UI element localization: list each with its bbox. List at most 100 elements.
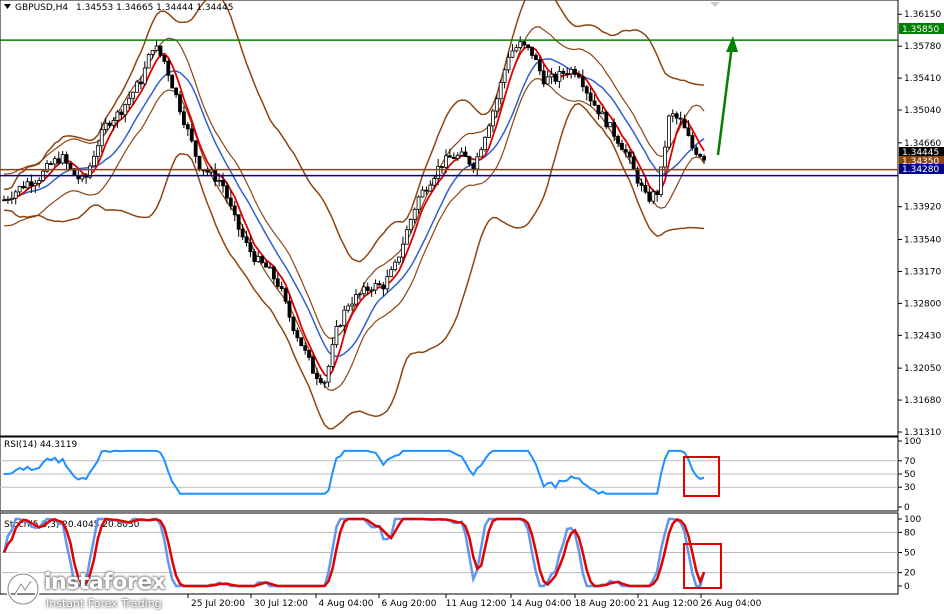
candle-body <box>217 179 222 182</box>
candle-body <box>424 189 429 192</box>
price-tick-label: 1.36150 <box>904 10 941 20</box>
candle-body <box>193 140 198 157</box>
price-tag-blue-text: 1.34280 <box>902 165 939 175</box>
candle-body <box>620 142 624 150</box>
candle-body <box>103 122 108 131</box>
candle-body <box>33 182 38 186</box>
price-tick-label: 1.35780 <box>904 42 941 52</box>
logo-tagline: Instant Forex Trading <box>46 597 162 610</box>
stoch-tick-label: 0 <box>904 582 910 592</box>
candle-body <box>580 76 585 88</box>
candle-body <box>80 175 85 180</box>
candle-body <box>385 276 390 290</box>
candle-body <box>346 305 351 311</box>
candle-body <box>389 269 394 278</box>
candle-body <box>170 74 175 89</box>
candle-body <box>655 191 660 195</box>
candle-body <box>631 156 636 170</box>
time-tick-label: 14 Aug 04:00 <box>511 599 572 609</box>
price-tick-label: 1.31680 <box>904 396 941 406</box>
price-tick-label: 1.33920 <box>904 203 941 213</box>
stoch-tick-label: 50 <box>904 549 916 559</box>
candle-body <box>428 184 433 192</box>
candle-body <box>275 278 280 287</box>
ohlc-label: 1.34553 1.34665 1.34444 1.34445 <box>76 3 233 13</box>
candle-body <box>131 91 135 99</box>
candle-body <box>92 155 96 167</box>
candle-body <box>604 111 609 128</box>
candle-body <box>307 349 311 358</box>
candle-body <box>467 156 472 165</box>
candle-body <box>330 344 335 367</box>
candle-body <box>475 156 480 170</box>
candle-body <box>588 92 593 102</box>
candle-body <box>678 117 683 120</box>
candle-body <box>291 316 296 331</box>
candle-body <box>682 118 687 129</box>
candle-body <box>13 191 18 199</box>
instaforex-logo: instaforex Instant Forex Trading <box>4 568 180 612</box>
candle-body <box>9 197 14 200</box>
rsi-tick-label: 0 <box>904 503 910 513</box>
candle-body <box>322 381 327 384</box>
candle-body <box>577 74 581 78</box>
rsi-tick-label: 100 <box>904 437 921 447</box>
candle-body <box>279 285 284 290</box>
candle-body <box>29 181 34 186</box>
price-tick-label: 1.32430 <box>904 331 941 341</box>
candle-body <box>60 154 65 164</box>
candle-body <box>232 205 237 216</box>
candle-body <box>158 45 163 56</box>
candle-body <box>178 94 182 113</box>
candle-body <box>68 162 73 170</box>
rsi-label: RSI(14) 44.3119 <box>4 440 77 450</box>
candle-body <box>702 155 706 161</box>
candle-body <box>334 325 339 346</box>
candle-body <box>283 288 288 302</box>
candle-body <box>494 98 499 112</box>
candle-body <box>264 262 268 268</box>
candle-body <box>534 55 538 61</box>
price-tag-blue: 1.34280 <box>899 164 944 175</box>
candle-body <box>639 182 644 186</box>
candle-body <box>487 125 491 138</box>
candle-body <box>135 81 139 93</box>
candle-body <box>377 283 382 286</box>
candle-body <box>373 283 378 291</box>
candle-body <box>440 166 444 168</box>
candle-body <box>138 81 143 85</box>
candle-body <box>565 73 570 75</box>
candle-body <box>354 294 358 305</box>
candle-body <box>174 87 178 96</box>
time-tick-label: 6 Aug 20:00 <box>382 599 437 609</box>
candle-body <box>295 330 300 339</box>
time-tick-label: 26 Aug 04:00 <box>701 599 762 609</box>
chart-canvas: 1.361501.357801.354101.350401.346601.339… <box>0 0 944 609</box>
candle-body <box>444 155 448 168</box>
candle-body <box>557 70 562 82</box>
candle-body <box>651 191 656 202</box>
candle-body <box>404 229 409 245</box>
rsi-axis: 100 70 50 30 0 <box>898 437 921 513</box>
candle-body <box>303 345 308 351</box>
candle-body <box>459 151 464 156</box>
candle-body <box>115 111 120 121</box>
candle-body <box>338 325 343 328</box>
time-tick-label: 25 Jul 20:00 <box>191 599 245 609</box>
price-axis: 1.361501.357801.354101.350401.346601.339… <box>898 10 941 438</box>
candle-body <box>197 155 202 171</box>
stoch-axis: 100 80 50 20 0 <box>898 515 921 592</box>
candle-body <box>553 73 558 82</box>
candle-body <box>659 166 663 195</box>
candle-body <box>510 50 515 58</box>
candle-body <box>623 149 628 153</box>
candle-body <box>150 50 155 55</box>
candle-body <box>514 47 519 52</box>
candle-body <box>123 103 128 116</box>
candle-body <box>600 111 605 115</box>
candle-body <box>616 135 620 144</box>
candle-body <box>221 179 225 187</box>
candle-body <box>490 110 495 127</box>
candle-body <box>526 44 530 48</box>
candle-body <box>350 303 354 307</box>
